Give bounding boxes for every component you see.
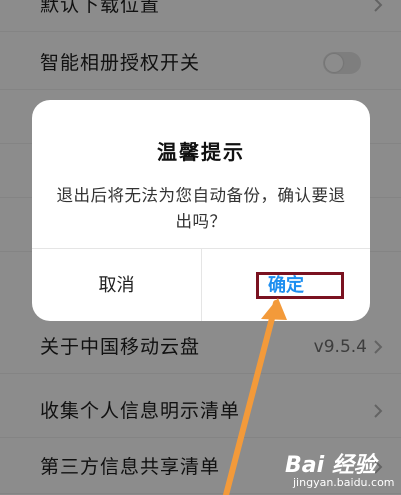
settings-screen: 默认下载位置 智能相册授权开关 关于中国移动云盘 v9.5.4 收集个人信息明示… bbox=[0, 0, 401, 495]
watermark-url: jingyan.baidu.com bbox=[293, 476, 395, 489]
cancel-button[interactable]: 取消 bbox=[32, 249, 201, 321]
confirm-dialog: 温馨提示 退出后将无法为您自动备份，确认要退出吗？ 取消 确定 bbox=[32, 100, 370, 321]
dialog-title: 温馨提示 bbox=[157, 140, 245, 164]
baidu-watermark: Bai 经验 jingyan.baidu.com bbox=[285, 447, 397, 493]
watermark-logo: Bai 经验 bbox=[285, 453, 376, 478]
confirm-button[interactable]: 确定 bbox=[202, 249, 370, 321]
dialog-actions: 取消 确定 bbox=[32, 248, 370, 321]
dialog-message: 退出后将无法为您自动备份，确认要退出吗？ bbox=[56, 186, 346, 231]
